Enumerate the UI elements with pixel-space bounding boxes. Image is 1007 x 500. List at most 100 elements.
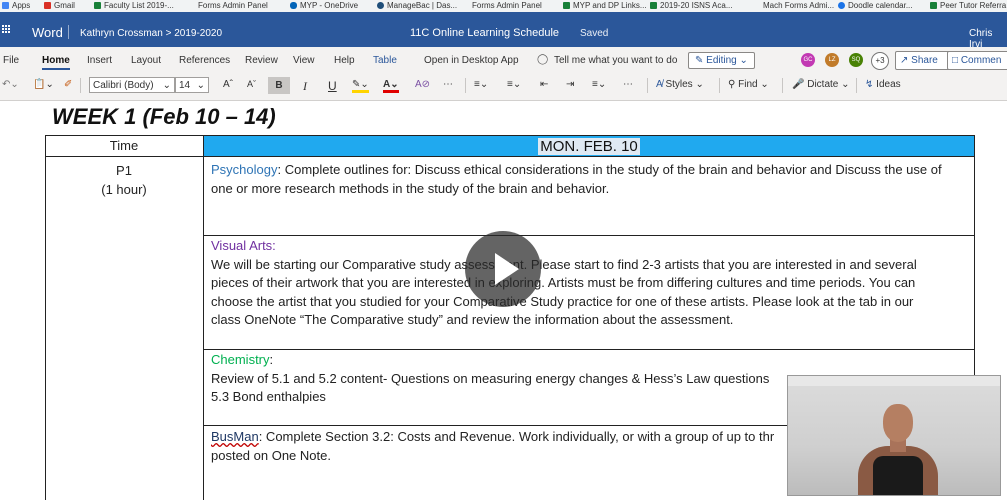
chevron-down-icon: ⌄: [838, 79, 850, 90]
tab-help[interactable]: Help: [334, 55, 355, 66]
numbering-icon[interactable]: ≡⌄: [507, 79, 521, 90]
styles-button[interactable]: A̸ Styles ⌄: [656, 79, 704, 90]
breadcrumb[interactable]: Kathryn Crossman > 2019-2020: [80, 28, 222, 39]
more-collaborators-button[interactable]: +3: [871, 52, 889, 70]
tab-file[interactable]: File: [3, 55, 19, 66]
cell-text: choose the artist that you studied for y…: [211, 293, 914, 309]
tab-references[interactable]: References: [179, 55, 230, 66]
chevron-down-icon: ⌄: [196, 80, 205, 91]
bookmark-myp-dp-links[interactable]: MYP and DP Links...: [563, 1, 647, 10]
find-button[interactable]: ⚲ Find ⌄: [728, 79, 769, 90]
comments-button[interactable]: □ Commen: [947, 51, 1007, 70]
bookmark-mach-forms[interactable]: Mach Forms Admi...: [763, 1, 834, 10]
bookmark-forms-admin[interactable]: Forms Admin Panel: [198, 1, 268, 10]
subject-label: Chemistry: [211, 352, 270, 367]
schedule-cell-visual-arts[interactable]: Visual Arts: We will be starting our Com…: [211, 237, 966, 330]
find-label: Find: [738, 79, 758, 90]
word-title-bar: Word Kathryn Crossman > 2019-2020 11C On…: [0, 12, 1007, 50]
shrink-font-icon[interactable]: Aˇ: [247, 79, 256, 89]
highlight-icon[interactable]: ✎⌄: [352, 79, 369, 93]
doodle-icon: [838, 2, 845, 9]
avatar[interactable]: GC: [801, 53, 815, 67]
editing-label: Editing: [706, 55, 737, 66]
bookmark-managebac[interactable]: ManageBac | Das...: [377, 1, 457, 10]
bookmark-onedrive[interactable]: MYP - OneDrive: [290, 1, 358, 10]
sheets-icon: [563, 2, 570, 9]
clear-format-icon[interactable]: A⊘: [415, 79, 430, 90]
play-button-icon[interactable]: [465, 231, 541, 307]
tab-layout[interactable]: Layout: [131, 55, 161, 66]
share-button[interactable]: ↗ Share: [895, 51, 951, 70]
avatar[interactable]: LZ: [825, 53, 839, 67]
app-name[interactable]: Word: [32, 25, 63, 40]
day-column-header: MON. FEB. 10: [204, 136, 974, 156]
document-title[interactable]: 11C Online Learning Schedule: [410, 27, 559, 39]
app-launcher-icon[interactable]: [2, 25, 11, 34]
webcam-video[interactable]: [787, 375, 1001, 496]
align-icon[interactable]: ≡⌄: [592, 79, 606, 90]
chevron-down-icon: ⌄: [736, 55, 748, 66]
formatting-toolbar: ↶⌄ 📋⌄ ✐ Calibri (Body) ⌄ 14 ⌄ Aˆ Aˇ B I U …: [0, 72, 1007, 101]
more-options-icon[interactable]: ⋯: [623, 79, 633, 90]
bookmarks-bar: Apps Gmail Faculty List 2019-... Forms A…: [0, 0, 1007, 12]
tab-view[interactable]: View: [293, 55, 315, 66]
divider: [782, 78, 783, 93]
gmail-icon: [44, 2, 51, 9]
bookmark-apps[interactable]: Apps: [2, 1, 30, 10]
decrease-indent-icon[interactable]: ⇤: [540, 79, 548, 90]
tell-me-search[interactable]: Tell me what you want to do: [554, 55, 677, 66]
paste-icon[interactable]: 📋⌄: [33, 79, 54, 90]
format-painter-icon[interactable]: ✐: [64, 79, 72, 90]
editing-mode-button[interactable]: ✎ Editing ⌄: [688, 52, 755, 69]
share-icon: ↗: [900, 55, 912, 66]
cell-text: 5.3 Bond enthalpies: [211, 389, 326, 404]
grow-font-icon[interactable]: Aˆ: [223, 79, 233, 90]
apps-icon: [2, 2, 9, 9]
bookmark-forms-admin-2[interactable]: Forms Admin Panel: [472, 1, 542, 10]
bookmark-gmail[interactable]: Gmail: [44, 1, 75, 10]
search-icon: ⚲: [728, 79, 739, 90]
table-border: [203, 135, 204, 500]
more-options-icon[interactable]: ⋯: [443, 79, 453, 90]
divider: [856, 78, 857, 93]
divider: [647, 78, 648, 93]
italic-icon[interactable]: I: [303, 79, 307, 94]
bookmark-faculty-list[interactable]: Faculty List 2019-...: [94, 1, 174, 10]
font-name-select[interactable]: Calibri (Body) ⌄: [89, 77, 175, 93]
divider: [465, 78, 466, 93]
tab-home[interactable]: Home: [42, 55, 70, 70]
ribbon-tabs: File Home Insert Layout References Revie…: [0, 47, 1007, 72]
day-header-text: MON. FEB. 10: [538, 138, 640, 155]
subject-label: Visual Arts:: [211, 238, 276, 253]
bookmark-doodle[interactable]: Doodle calendar...: [838, 1, 913, 10]
sheets-icon: [930, 2, 937, 9]
cell-text: Review of 5.1 and 5.2 content- Questions…: [211, 370, 770, 386]
bold-icon[interactable]: B: [268, 77, 290, 94]
open-in-desktop-button[interactable]: Open in Desktop App: [424, 55, 519, 66]
ideas-button[interactable]: ↯ Ideas: [865, 79, 901, 90]
font-color-icon[interactable]: A⌄: [383, 79, 399, 93]
schedule-cell-psychology[interactable]: Psychology: Complete outlines for: Discu…: [211, 161, 966, 198]
chevron-down-icon: ⌄: [692, 79, 704, 90]
tab-table[interactable]: Table: [373, 55, 397, 66]
subject-label: BusMan: [211, 429, 259, 444]
font-size-select[interactable]: 14 ⌄: [175, 77, 209, 93]
increase-indent-icon[interactable]: ⇥: [566, 79, 574, 90]
font-name-value: Calibri (Body): [93, 80, 154, 91]
underline-icon[interactable]: U: [328, 79, 337, 93]
tab-review[interactable]: Review: [245, 55, 278, 66]
bullets-icon[interactable]: ≡⌄: [474, 79, 488, 90]
tab-insert[interactable]: Insert: [87, 55, 112, 66]
bookmark-isns[interactable]: 2019-20 ISNS Aca...: [650, 1, 733, 10]
bookmark-peer-tutor[interactable]: Peer Tutor Referra...: [930, 1, 1007, 10]
schedule-cell-busman[interactable]: BusMan: Complete Section 3.2: Costs and …: [211, 428, 786, 465]
divider: [80, 78, 81, 93]
period-label: P1: [116, 163, 132, 178]
lightbulb-icon: ◯: [537, 54, 549, 65]
title-separator: [68, 25, 69, 39]
avatar[interactable]: SQ: [849, 53, 863, 67]
dictate-button[interactable]: 🎤 Dictate ⌄: [792, 79, 850, 90]
period-duration: (1 hour): [101, 182, 147, 197]
undo-icon[interactable]: ↶⌄: [2, 79, 19, 90]
comments-label: Commen: [960, 55, 1002, 66]
